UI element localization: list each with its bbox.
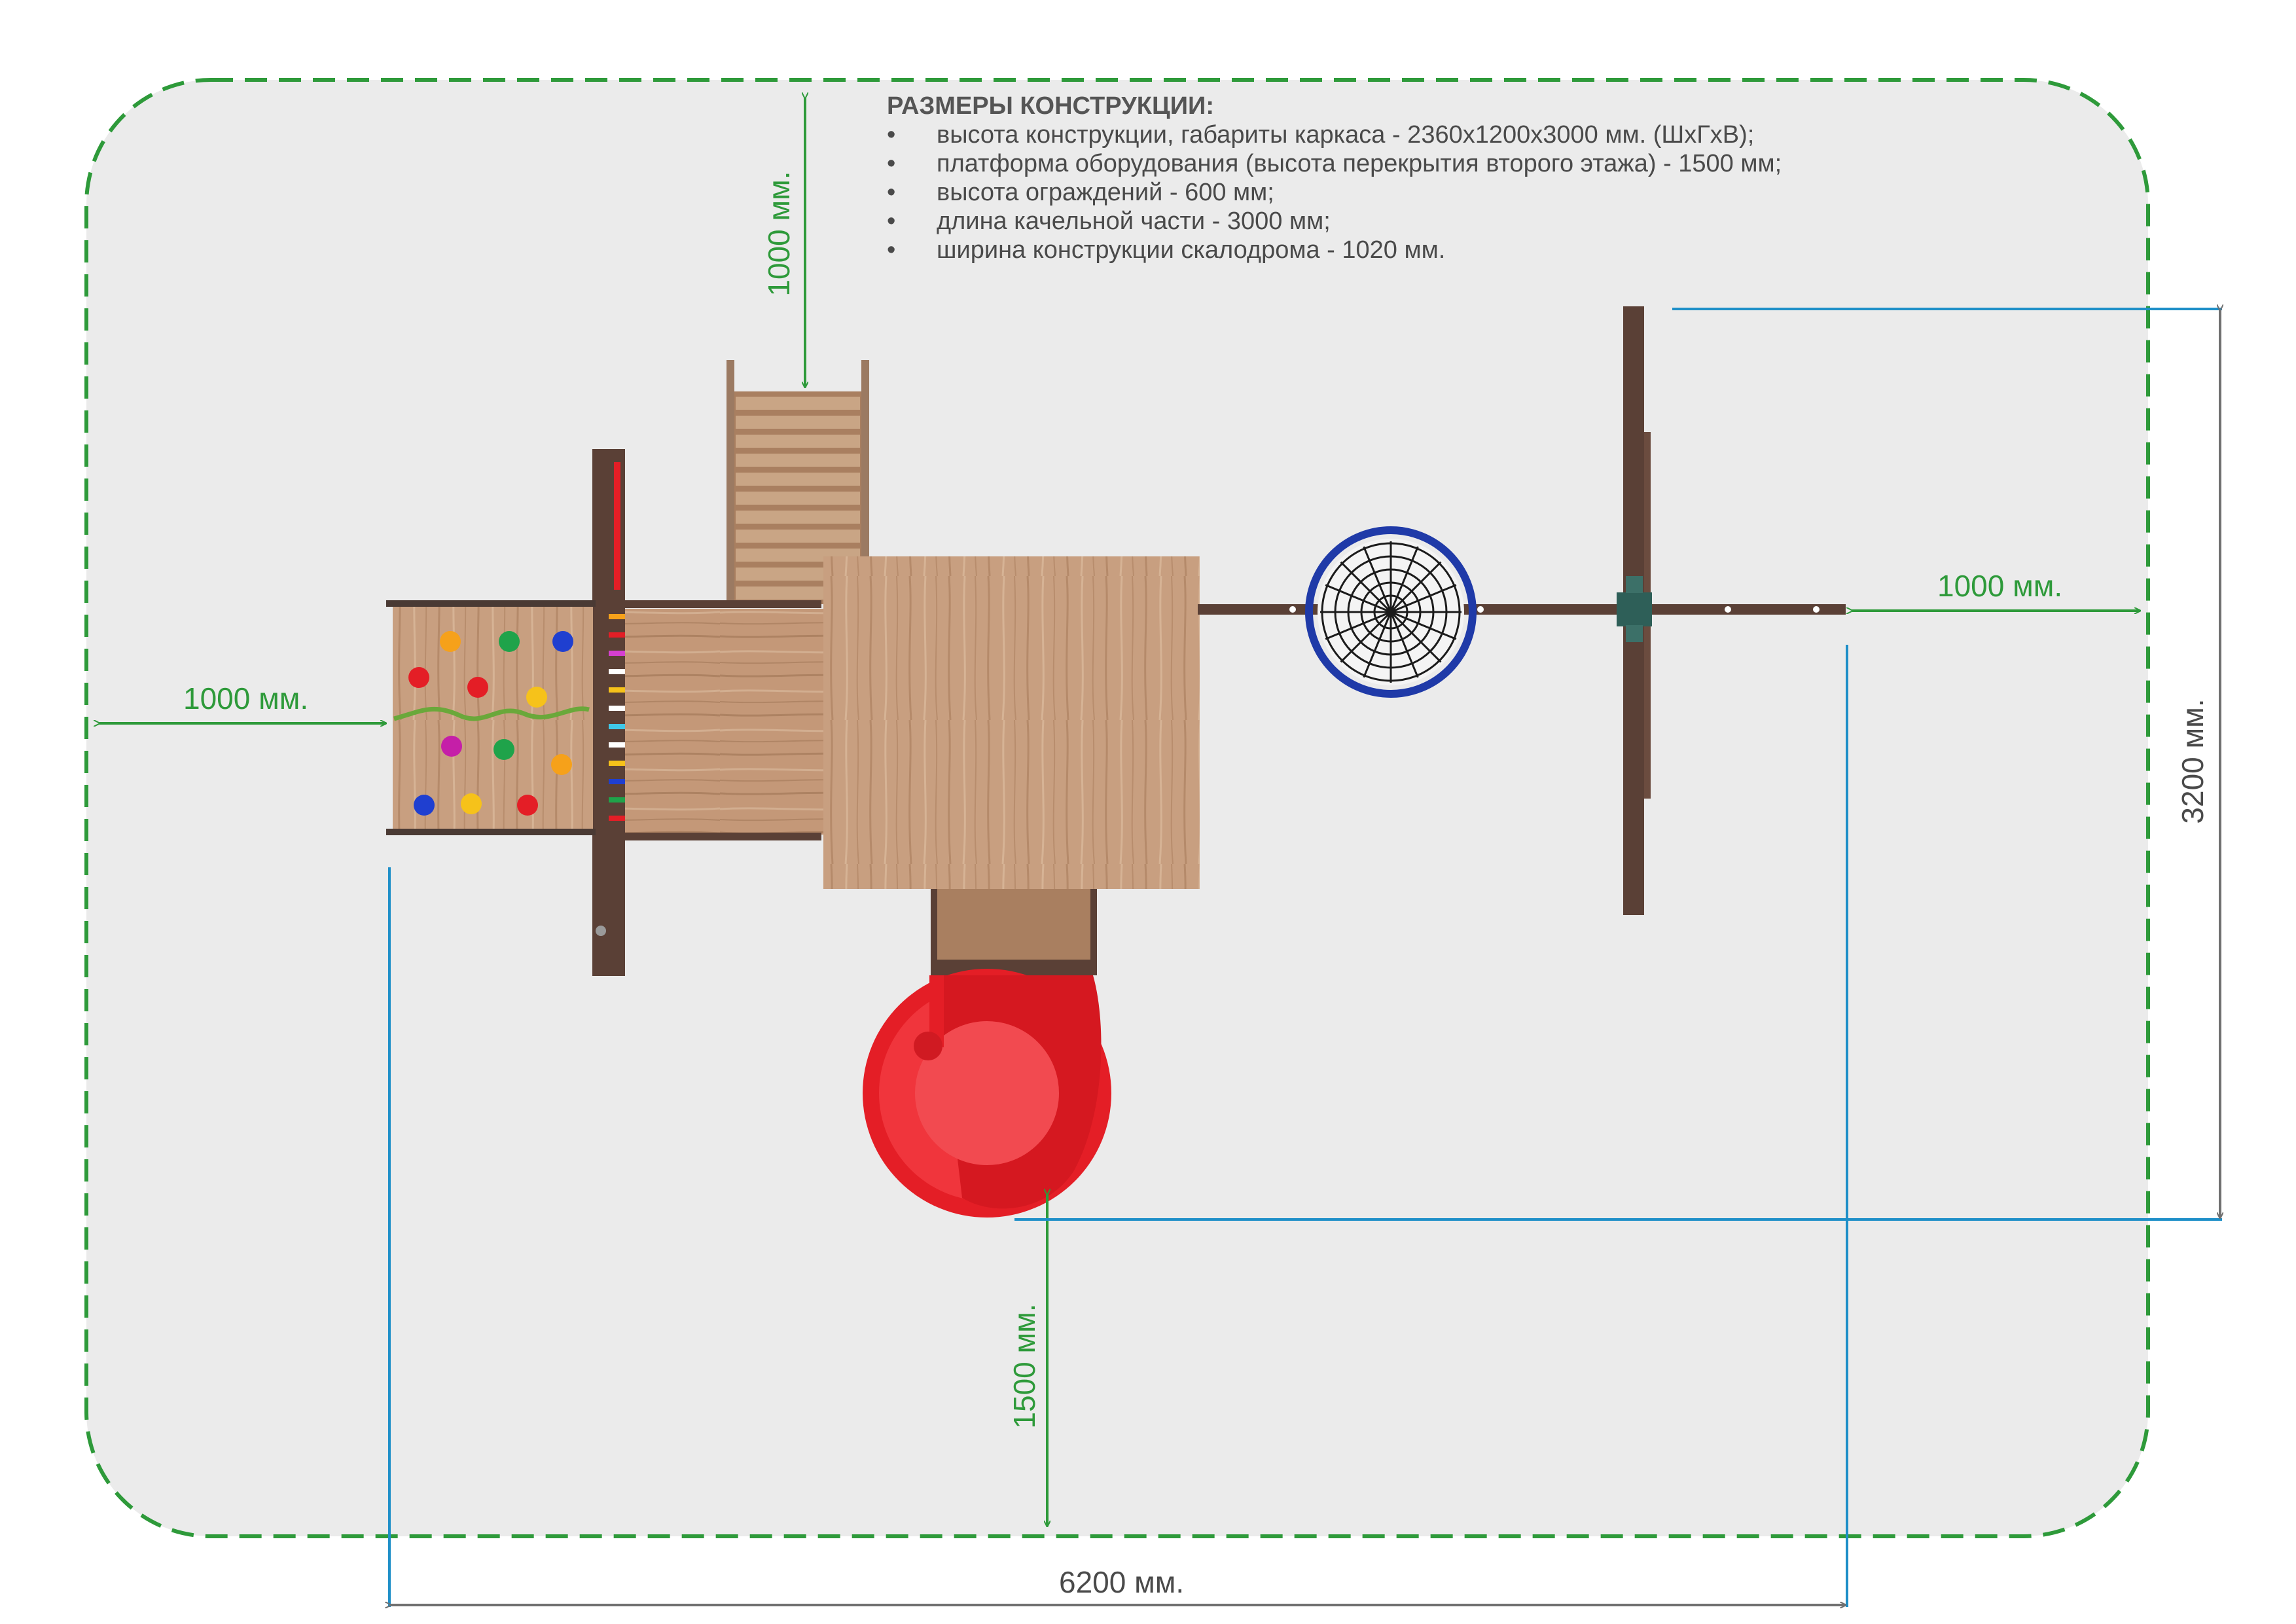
specs-title: РАЗМЕРЫ КОНСТРУКЦИИ: [887,92,1214,120]
stair-step [736,492,860,505]
specs-list: высота конструкции, габариты каркаса - 2… [887,120,1782,264]
climbing-hold [526,687,547,708]
climbing-hold [440,631,461,652]
climbing-hold [499,631,520,652]
platform-connector [625,609,825,835]
fire-pole [614,462,620,590]
climbing-hold [461,793,482,814]
climbing-hold [441,736,462,757]
stair-step [736,473,860,486]
slide-entry [936,889,1093,962]
climbing-hold [517,795,538,816]
spiral-slide [863,969,1111,1218]
stair-step [736,435,860,448]
spec-item: высота ограждений - 600 мм; [887,178,1782,207]
nest-swing [1305,526,1477,698]
stair-step [736,416,860,429]
stair-step [736,530,860,543]
main-platform-roof [823,556,1200,889]
spec-item: высота конструкции, габариты каркаса - 2… [887,120,1782,149]
climbing-hold [551,754,572,775]
label-total-depth: 3200 мм. [2176,698,2210,824]
stair-step [736,397,860,410]
specs-block: РАЗМЕРЫ КОНСТРУКЦИИ: высота конструкции,… [887,92,1782,264]
climbing-hold [414,795,435,816]
label-top-clearance: 1000 мм. [762,171,796,297]
spec-item: ширина конструкции скалодрома - 1020 мм. [887,236,1782,264]
climbing-hold [408,667,429,688]
climbing-hold [467,677,488,698]
stair-step [736,454,860,467]
label-right-clearance: 1000 мм. [1937,569,2063,603]
label-bottom-clearance: 1500 мм. [1007,1303,1041,1429]
climbing-hold [493,739,514,760]
post-bolt [596,926,606,936]
spec-item: платформа оборудования (высота перекрыти… [887,149,1782,178]
climbing-hold [552,631,573,652]
stair-step [736,511,860,524]
label-total-width: 6200 мм. [1059,1565,1185,1599]
spec-item: длина качельной части - 3000 мм; [887,207,1782,236]
climbing-wall [386,600,596,835]
label-left-clearance: 1000 мм. [183,681,309,715]
